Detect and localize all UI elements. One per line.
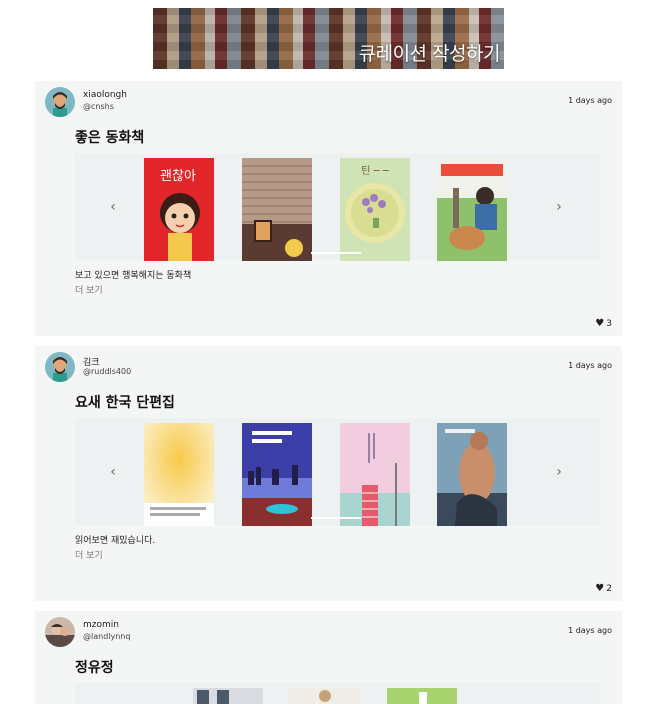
carousel-next-button[interactable]: › [549, 418, 569, 525]
like-count: 2 [606, 583, 612, 594]
carousel-indicator [311, 517, 361, 519]
heart-icon: ♥ [595, 583, 605, 594]
curation-description: 읽어보면 재밌습니다. [75, 536, 156, 546]
carousel-indicator [311, 252, 361, 254]
user-handle: @cnshs [83, 102, 114, 111]
carousel-prev-button[interactable]: ‹ [103, 418, 123, 525]
post-time: 1 days ago [568, 626, 612, 635]
book-cover[interactable] [193, 688, 263, 704]
curation-title: 정유정 [75, 660, 114, 676]
curation-card: 김크 @ruddls400 1 days ago 요새 한국 단편집 ‹ › 읽… [35, 346, 622, 601]
user-handle: @ruddls400 [83, 367, 132, 376]
more-link[interactable]: 더 보기 [75, 548, 103, 561]
avatar[interactable] [45, 87, 75, 117]
more-link[interactable]: 더 보기 [75, 283, 103, 296]
book-cover[interactable] [437, 158, 507, 261]
svg-text:괜찮아: 괜찮아 [160, 169, 196, 184]
book-carousel [75, 683, 600, 704]
post-time: 1 days ago [568, 361, 612, 370]
user-handle: @landlynnq [83, 632, 131, 641]
avatar[interactable] [45, 352, 75, 382]
heart-icon: ♥ [595, 318, 605, 329]
post-time: 1 days ago [568, 96, 612, 105]
curation-card: xiaolongh @cnshs 1 days ago 좋은 동화책 ‹ 괜찮아 [35, 81, 622, 336]
svg-text:틴 ─ ─: 틴 ─ ─ [361, 165, 390, 177]
book-cover[interactable] [340, 423, 410, 526]
book-cover[interactable]: 틴 ─ ─ [340, 158, 410, 261]
book-cover[interactable] [437, 423, 507, 526]
like-button[interactable]: ♥ 2 [595, 583, 612, 594]
carousel-next-button[interactable]: › [549, 153, 569, 260]
username[interactable]: xiaolongh [83, 90, 127, 100]
avatar[interactable] [45, 617, 75, 647]
username[interactable]: mzomin [83, 620, 119, 630]
book-cover[interactable] [242, 158, 312, 261]
book-cover[interactable] [289, 688, 359, 704]
like-button[interactable]: ♥ 3 [595, 318, 612, 329]
book-cover[interactable] [242, 423, 312, 526]
book-cover[interactable]: 괜찮아 [144, 158, 214, 261]
curation-title: 좋은 동화책 [75, 130, 145, 146]
create-curation-label: 큐레이션 작성하기 [358, 43, 501, 65]
curation-description: 보고 있으면 행복해지는 동화책 [75, 271, 192, 281]
like-count: 3 [606, 318, 612, 329]
book-cover[interactable] [144, 423, 214, 526]
book-carousel: ‹ › [75, 418, 600, 526]
curation-title: 요새 한국 단편집 [75, 395, 175, 411]
book-carousel: ‹ 괜찮아 틴 ─ ─ › [75, 153, 600, 261]
curation-card: mzomin @landlynnq 1 days ago 정유정 [35, 611, 622, 704]
create-curation-banner[interactable]: 큐레이션 작성하기 [153, 8, 504, 69]
carousel-prev-button[interactable]: ‹ [103, 153, 123, 260]
book-cover[interactable] [387, 688, 457, 704]
